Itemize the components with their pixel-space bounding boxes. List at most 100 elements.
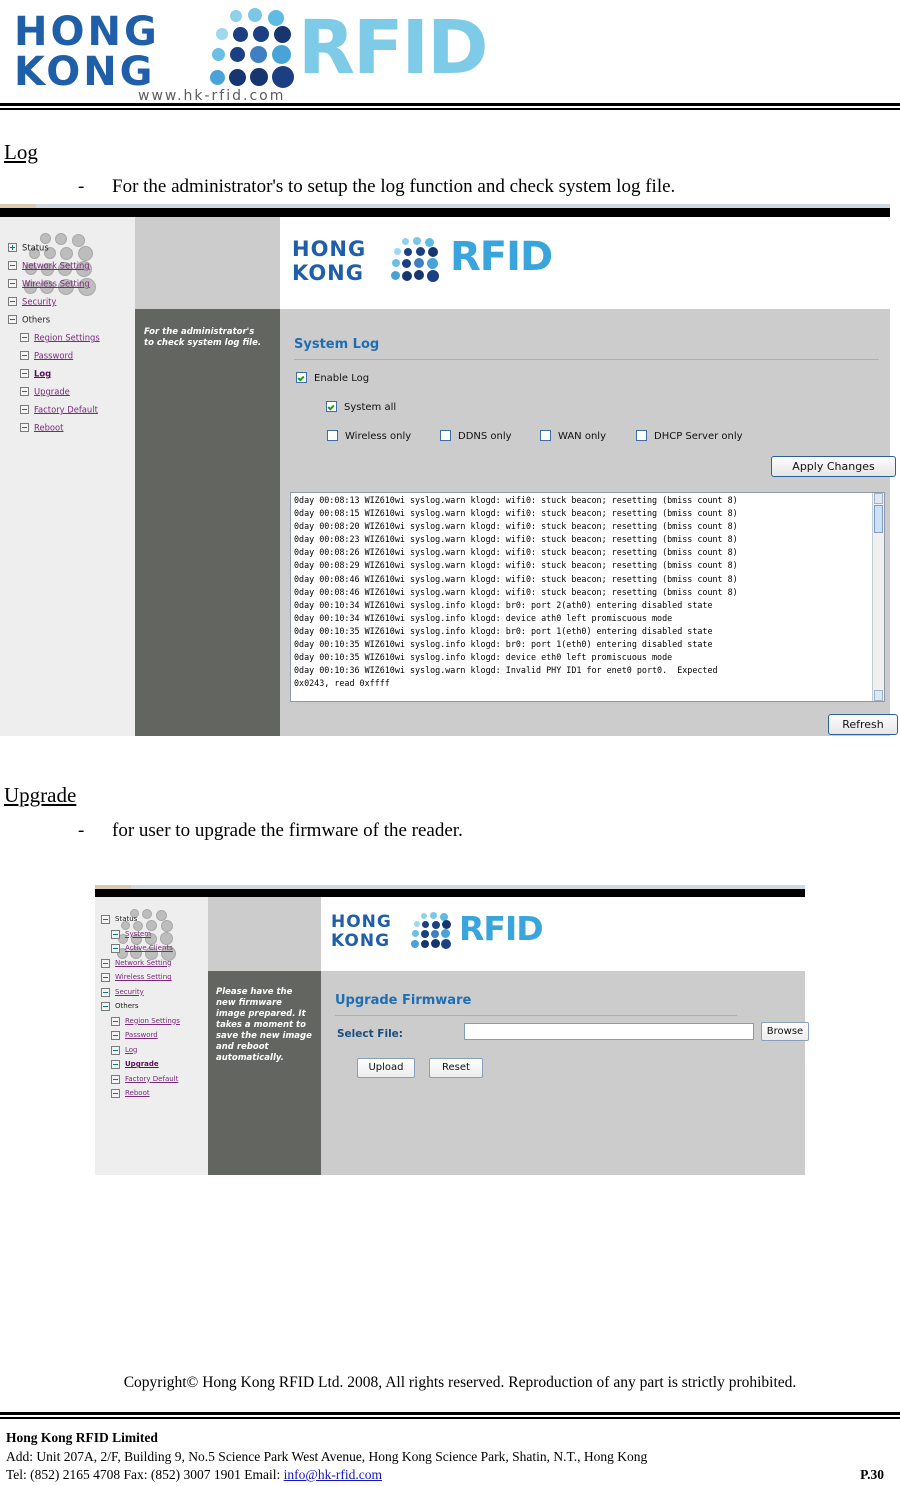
log-content-panel: HONG KONG RFID System Log Enable Log Sys… [280, 217, 898, 736]
apply-changes-button[interactable]: Apply Changes [771, 456, 896, 477]
log-nav-item-reboot[interactable]: Reboot [20, 419, 63, 435]
minus-collapse-icon[interactable] [101, 987, 110, 997]
log-nav-item-status: Status [8, 239, 49, 255]
log-nav-item-log[interactable]: Log [20, 365, 51, 381]
log-scroll-thumb[interactable] [874, 505, 883, 533]
reset-button[interactable]: Reset [429, 1058, 483, 1078]
log-sidebar: Status Network Setting Wireless Setting Sec… [0, 217, 135, 736]
section-bullet-upgrade: for user to upgrade the firmware of the … [112, 820, 463, 841]
minus-collapse-icon[interactable] [101, 915, 110, 924]
nav-item-label: Region Settings [125, 1016, 180, 1025]
minus-collapse-icon[interactable] [111, 1045, 120, 1055]
upgrade-logo-hong: HONG [331, 912, 392, 932]
log-nav-item-password[interactable]: Password [20, 347, 73, 363]
log-hint-panel: For the administrator's to check system … [135, 309, 280, 736]
log-scroll-up-arrow[interactable] [874, 493, 883, 504]
logo-rfid-text: RFID [298, 5, 488, 91]
section-heading-upgrade: Upgrade [4, 783, 77, 807]
minus-collapse-icon[interactable] [111, 1016, 120, 1026]
upload-button[interactable]: Upload [357, 1058, 415, 1078]
content-logo-rfid: RFID [450, 234, 553, 280]
log-hint-text: For the administrator's to check system … [144, 327, 262, 348]
checkbox-label-system-all: System all [344, 402, 397, 413]
checkbox-label-enable-log: Enable Log [314, 373, 370, 384]
nav-item-label: Password [125, 1031, 158, 1039]
nav-item-label: Others [115, 1002, 139, 1010]
log-nav-item-region-settings[interactable]: Region Settings [20, 329, 100, 345]
minus-collapse-icon[interactable] [20, 369, 29, 378]
minus-collapse-icon[interactable] [20, 351, 29, 360]
minus-collapse-icon[interactable] [111, 1060, 120, 1069]
upgrade-logo-band: HONG KONG RFID [321, 897, 805, 971]
nav-item-label: Security [22, 296, 57, 307]
checkbox-wan-only[interactable] [540, 430, 551, 441]
nav-item-label: Reboot [125, 1089, 150, 1097]
copyright-line: Copyright© Hong Kong RFID Ltd. 2008, All… [123, 1374, 797, 1391]
minus-collapse-icon[interactable] [111, 929, 120, 939]
nav-item-label: Region Settings [34, 332, 100, 343]
minus-collapse-icon[interactable] [111, 1089, 120, 1098]
minus-collapse-icon[interactable] [8, 297, 17, 306]
nav-item-label: Log [125, 1045, 138, 1054]
checkbox-enable-log[interactable] [296, 372, 307, 383]
minus-collapse-icon[interactable] [20, 387, 29, 396]
upgrade-firmware-title: Upgrade Firmware [335, 993, 472, 1008]
log-scrollbar[interactable] [872, 493, 884, 701]
minus-collapse-icon[interactable] [8, 279, 17, 288]
checkbox-dhcp-server-only[interactable] [636, 430, 647, 441]
minus-collapse-icon[interactable] [20, 423, 29, 432]
nav-item-label: Password [34, 350, 74, 361]
content-logo-kong: KONG [292, 261, 364, 285]
footer-email-link[interactable]: info@hk-rfid.com [284, 1467, 382, 1482]
upgrade-hk-rfid-logo: HONG KONG RFID [329, 911, 579, 957]
content-logo-band: HONG KONG RFID [280, 217, 890, 309]
browse-button[interactable]: Browse [761, 1022, 809, 1041]
log-nav-item-upgrade[interactable]: Upgrade [20, 383, 70, 399]
minus-collapse-icon[interactable] [101, 1002, 110, 1011]
page-number: P.30 [860, 1467, 884, 1482]
log-nav-item-factory-default[interactable]: Factory Default [20, 401, 98, 417]
log-nav-item-network-setting[interactable]: Network Setting [8, 257, 90, 273]
log-scroll-down-arrow[interactable] [874, 690, 883, 701]
checkbox-ddns-only[interactable] [440, 430, 451, 441]
minus-collapse-icon[interactable] [111, 1031, 120, 1040]
minus-collapse-icon[interactable] [20, 333, 29, 342]
log-nav-item-security[interactable]: Security [8, 293, 56, 309]
footer-contact-prefix: Tel: (852) 2165 4708 Fax: (852) 3007 190… [6, 1467, 284, 1482]
select-file-label: Select File: [337, 1028, 403, 1040]
minus-collapse-icon[interactable] [101, 958, 110, 968]
refresh-button[interactable]: Refresh [828, 714, 898, 735]
log-nav-item-wireless-setting[interactable]: Wireless Setting [8, 275, 90, 291]
upgrade-logo-rfid: RFID [459, 909, 544, 948]
nav-item-label: Factory Default [125, 1074, 179, 1083]
footer-rule-thick [0, 1412, 900, 1415]
minus-collapse-icon[interactable] [111, 944, 120, 953]
nav-item-label: Wireless Setting [115, 973, 172, 981]
nav-item-label: System [125, 929, 152, 938]
logo-website-url: www.hk-rfid.com [138, 88, 286, 104]
bullet-marker-log: - [78, 176, 85, 197]
footer-company-name: Hong Kong RFID Limited [6, 1430, 158, 1445]
system-log-output[interactable]: 0day 00:08:13 WIZ610wi syslog.warn klogd… [290, 492, 885, 702]
checkbox-system-all[interactable] [326, 401, 337, 412]
plus-expand-icon[interactable] [8, 243, 17, 252]
checkbox-label-wan-only: WAN only [558, 431, 606, 442]
checkbox-wireless-only[interactable] [327, 430, 338, 441]
minus-collapse-icon[interactable] [101, 973, 110, 982]
logo-dot-matrix-icon [208, 8, 298, 98]
nav-item-label: Log [34, 368, 52, 379]
upgrade-nav-item-reboot[interactable]: Reboot [111, 1085, 150, 1101]
minus-collapse-icon[interactable] [8, 261, 17, 270]
content-hk-rfid-logo: HONG KONG RFID [290, 235, 590, 291]
select-file-input[interactable] [464, 1023, 754, 1040]
upgrade-hint-panel: Please have the new firmware image prepa… [208, 971, 321, 1175]
minus-collapse-icon[interactable] [111, 1074, 120, 1084]
nav-item-label: Status [22, 242, 49, 253]
nav-item-label: Network Setting [115, 958, 172, 967]
upgrade-logo-dot-matrix-icon [411, 912, 455, 954]
upgrade-logo-kong: KONG [331, 931, 391, 951]
minus-collapse-icon[interactable] [8, 315, 17, 324]
log-page-body: Status Network Setting Wireless Setting Sec… [0, 217, 898, 736]
section-heading-log: Log [4, 140, 38, 164]
minus-collapse-icon[interactable] [20, 405, 29, 414]
